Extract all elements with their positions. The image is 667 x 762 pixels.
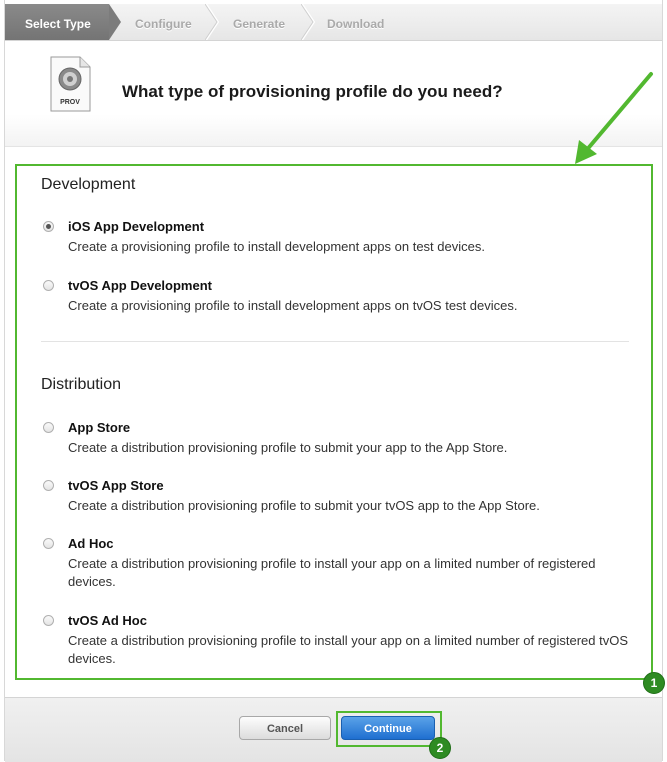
radio-button[interactable] (43, 615, 54, 626)
provisioning-profile-icon: PROV (50, 56, 91, 112)
option-label: Ad Hoc (68, 536, 114, 551)
radio-button[interactable] (43, 538, 54, 549)
option-ios-app-development[interactable]: iOS App Development Create a provisionin… (43, 219, 643, 259)
step-separator-icon (301, 4, 315, 40)
option-tvos-app-store[interactable]: tvOS App Store Create a distribution pro… (43, 478, 643, 518)
step-download: Download (305, 4, 425, 40)
option-description: Create a distribution provisioning profi… (68, 633, 629, 666)
option-label: tvOS App Development (68, 278, 212, 293)
page-header: PROV What type of provisioning profile d… (5, 41, 662, 147)
option-ad-hoc[interactable]: Ad Hoc Create a distribution provisionin… (43, 536, 643, 594)
step-label: Select Type (25, 17, 91, 31)
option-description: Create a provisioning profile to install… (68, 298, 518, 313)
radio-button[interactable] (43, 280, 54, 291)
step-select-type: Select Type (5, 4, 121, 40)
radio-button[interactable] (43, 422, 54, 433)
steps-bar: Select Type Configure Generate Download (5, 4, 662, 41)
page-title: What type of provisioning profile do you… (122, 82, 503, 101)
option-description: Create a provisioning profile to install… (68, 239, 485, 254)
cancel-button[interactable]: Cancel (239, 716, 331, 740)
option-app-store[interactable]: App Store Create a distribution provisio… (43, 420, 643, 460)
distribution-section-title: Distribution (41, 376, 122, 393)
option-description: Create a distribution provisioning profi… (68, 498, 540, 513)
section-divider (41, 341, 629, 342)
prov-icon-text: PROV (60, 99, 80, 106)
step-configure: Configure (109, 4, 209, 40)
green-arrow-icon (575, 72, 653, 164)
footer-bar: Cancel Continue (5, 697, 662, 762)
continue-highlight (336, 711, 442, 747)
development-section-title: Development (41, 176, 136, 193)
option-label: App Store (68, 420, 131, 435)
step-label: Download (327, 17, 385, 31)
option-label: tvOS App Store (68, 478, 164, 493)
step-label: Generate (233, 17, 286, 31)
annotation-badge-2: 2 (429, 737, 451, 759)
step-label: Configure (135, 17, 192, 31)
annotation-badge-1: 1 (643, 672, 665, 694)
option-tvos-ad-hoc[interactable]: tvOS Ad Hoc Create a distribution provis… (43, 613, 643, 671)
option-description: Create a distribution provisioning profi… (68, 556, 596, 589)
step-generate: Generate (209, 4, 305, 40)
page-frame: Select Type Configure Generate Download … (4, 0, 665, 762)
step-separator-icon (205, 4, 219, 40)
option-tvos-app-development[interactable]: tvOS App Development Create a provisioni… (43, 278, 643, 318)
option-description: Create a distribution provisioning profi… (68, 440, 508, 455)
option-label: iOS App Development (68, 219, 205, 234)
radio-button[interactable] (43, 221, 54, 232)
radio-button[interactable] (43, 480, 54, 491)
option-label: tvOS Ad Hoc (68, 613, 147, 628)
